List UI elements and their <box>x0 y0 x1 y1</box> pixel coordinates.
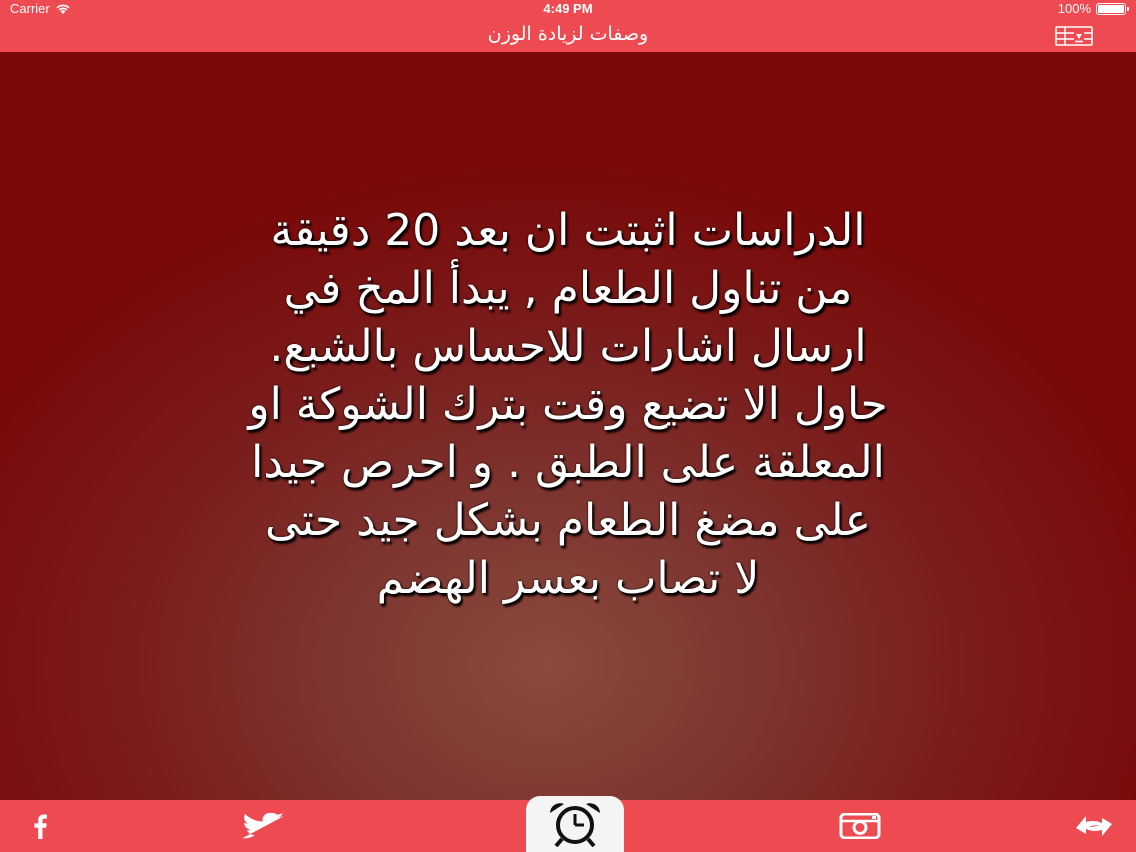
battery-indicator: 100% <box>1057 1 1129 16</box>
bottom-tab-bar <box>0 796 1136 852</box>
twitter-icon <box>242 813 284 839</box>
alarm-button[interactable] <box>526 796 624 852</box>
list-download-icon <box>1055 26 1093 46</box>
share-arrows-icon <box>1076 816 1112 836</box>
status-time: 4:49 PM <box>543 1 593 16</box>
battery-icon <box>1096 2 1129 15</box>
app-screen: Carrier 4:49 PM 100% وصفات لزيادة الوزن <box>0 0 1136 852</box>
tip-content-area[interactable]: الدراسات اثبتت ان بعد 20 دقيقة من تناول … <box>0 52 1136 800</box>
menu-button[interactable] <box>1054 25 1094 47</box>
page-title: وصفات لزيادة الوزن <box>487 23 649 45</box>
instagram-icon <box>839 813 881 839</box>
navigation-bar: وصفات لزيادة الوزن <box>0 18 1136 52</box>
battery-percent: 100% <box>1057 1 1091 16</box>
instagram-button[interactable] <box>830 800 890 852</box>
status-bar: Carrier 4:49 PM 100% <box>0 0 1136 18</box>
alarm-clock-icon <box>550 803 600 847</box>
facebook-button[interactable] <box>10 800 70 852</box>
twitter-button[interactable] <box>232 800 292 852</box>
facebook-icon <box>34 814 47 839</box>
share-button[interactable] <box>1064 800 1124 852</box>
tip-text: الدراسات اثبتت ان بعد 20 دقيقة من تناول … <box>248 205 888 604</box>
